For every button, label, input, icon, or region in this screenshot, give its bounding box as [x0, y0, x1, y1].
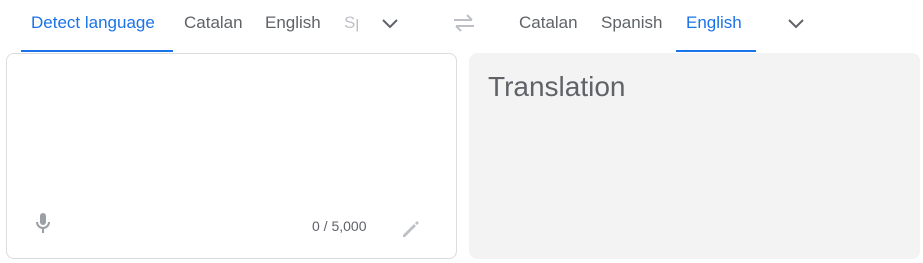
tab-target-catalan[interactable]: Catalan [519, 0, 578, 50]
tab-target-english[interactable]: English [686, 0, 742, 50]
tab-source-spanish-partial[interactable]: Sp [344, 0, 358, 50]
tab-label: Sp [344, 13, 358, 32]
source-text-panel: 0 / 5,000 [6, 53, 457, 259]
target-active-underline [676, 50, 756, 52]
tab-label: English [686, 13, 742, 32]
source-language-tabs: Detect language Catalan English Sp [0, 0, 440, 52]
target-language-tabs: Catalan Spanish English [500, 0, 820, 52]
translation-output-panel: Translation [469, 53, 920, 259]
tab-label: Catalan [184, 13, 243, 32]
tab-target-spanish[interactable]: Spanish [601, 0, 662, 50]
source-text-input[interactable] [25, 70, 439, 194]
mic-icon[interactable] [31, 211, 55, 235]
tab-label: Detect language [31, 13, 155, 32]
tab-label: Spanish [601, 13, 663, 32]
character-counter: 0 / 5,000 [312, 218, 367, 234]
tab-label: Catalan [519, 13, 578, 32]
tab-source-english[interactable]: English [265, 0, 321, 50]
translation-placeholder: Translation [488, 71, 626, 102]
pencil-icon[interactable] [400, 218, 422, 240]
tab-label: English [265, 13, 321, 32]
tab-source-catalan[interactable]: Catalan [184, 0, 243, 50]
source-active-underline [21, 50, 173, 52]
tab-detect-language[interactable]: Detect language [31, 0, 155, 50]
swap-languages-icon[interactable] [451, 11, 477, 35]
target-more-languages-chevron-down-icon[interactable] [784, 11, 808, 35]
source-more-languages-chevron-down-icon[interactable] [378, 11, 402, 35]
